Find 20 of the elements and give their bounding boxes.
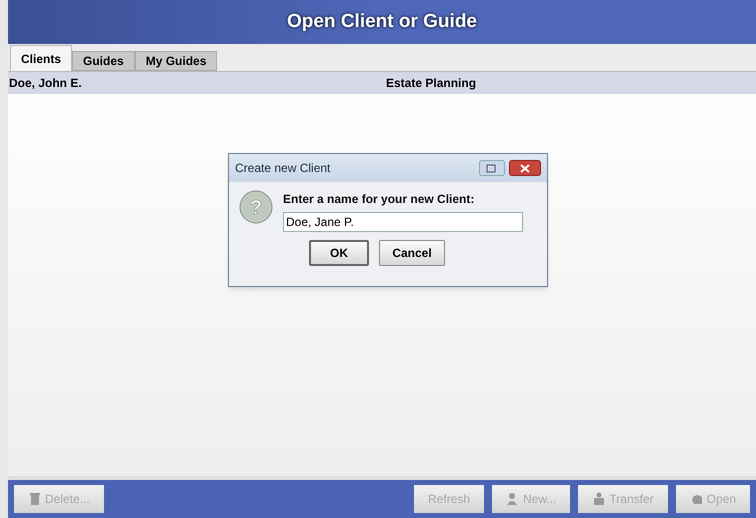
table-cell-text: Doe, John E. — [8, 75, 83, 92]
restore-icon — [486, 164, 498, 172]
restore-button[interactable] — [479, 160, 505, 176]
tab[interactable]: Clients — [10, 45, 72, 71]
dialog-button[interactable]: OK — [309, 240, 369, 266]
tab[interactable]: Guides — [72, 51, 135, 71]
window-title: Open Client or Guide — [286, 10, 477, 34]
table-row[interactable]: Doe, John E. Estate Planning — [8, 72, 756, 94]
close-icon — [520, 164, 530, 172]
name-input-field[interactable]: Doe, Jane P. — [283, 212, 523, 232]
person-icon — [592, 492, 606, 506]
prompt-text: Enter a name for your new Client: — [283, 191, 476, 208]
hand-icon — [690, 492, 704, 506]
trash-icon — [28, 492, 42, 506]
question-icon: ? — [239, 190, 273, 224]
dialog-title: Create new Client — [235, 160, 332, 177]
table-cell-text: Estate Planning — [386, 75, 476, 92]
close-button[interactable] — [509, 160, 541, 176]
dialog-button[interactable]: Cancel — [379, 240, 445, 266]
tab[interactable]: My Guides — [134, 51, 218, 71]
